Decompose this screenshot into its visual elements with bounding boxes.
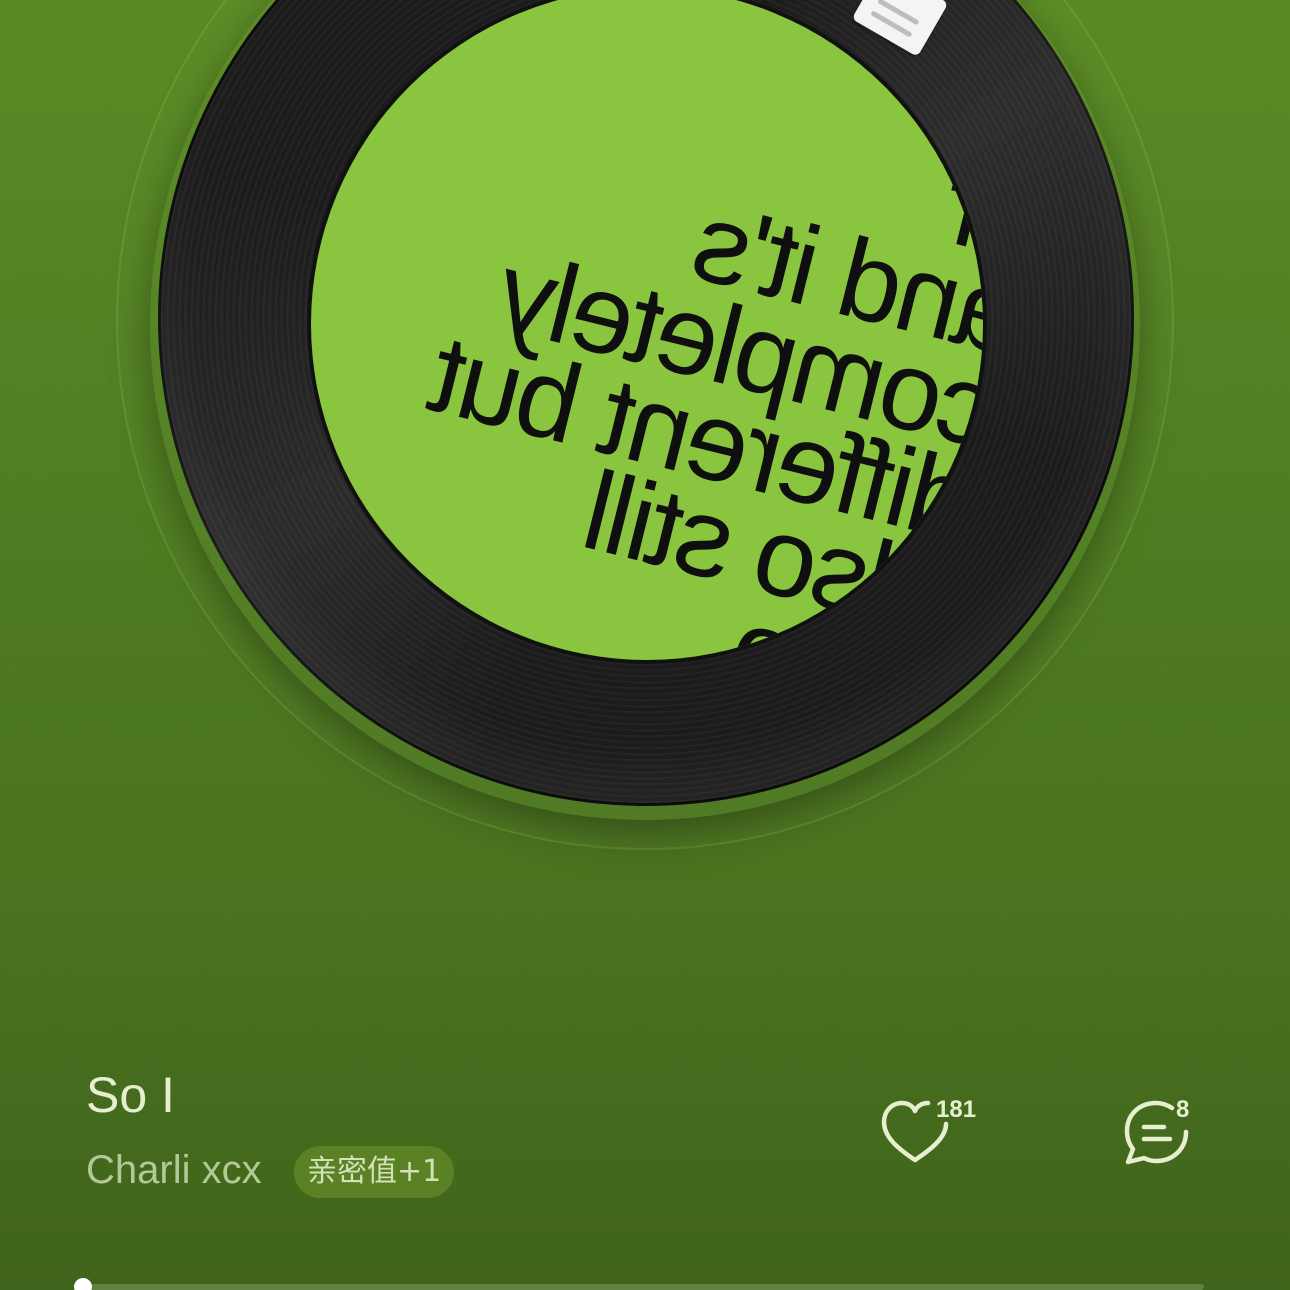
comment-count: 8 [1176, 1096, 1190, 1123]
album-cover: ur and it's completely different but als… [311, 0, 983, 660]
artist-name[interactable]: Charli xcx [86, 1148, 262, 1193]
like-count: 181 [936, 1096, 977, 1123]
like-button[interactable]: 181 [880, 1094, 976, 1170]
album-cover-text: ur and it's completely different but als… [330, 34, 983, 660]
comment-button[interactable]: 8 [1122, 1094, 1198, 1170]
progress-thumb[interactable] [74, 1278, 92, 1290]
song-title: So I [86, 1067, 175, 1123]
intimacy-badge: 亲密值+1 [294, 1146, 455, 1198]
progress-bar[interactable] [84, 1284, 1204, 1290]
